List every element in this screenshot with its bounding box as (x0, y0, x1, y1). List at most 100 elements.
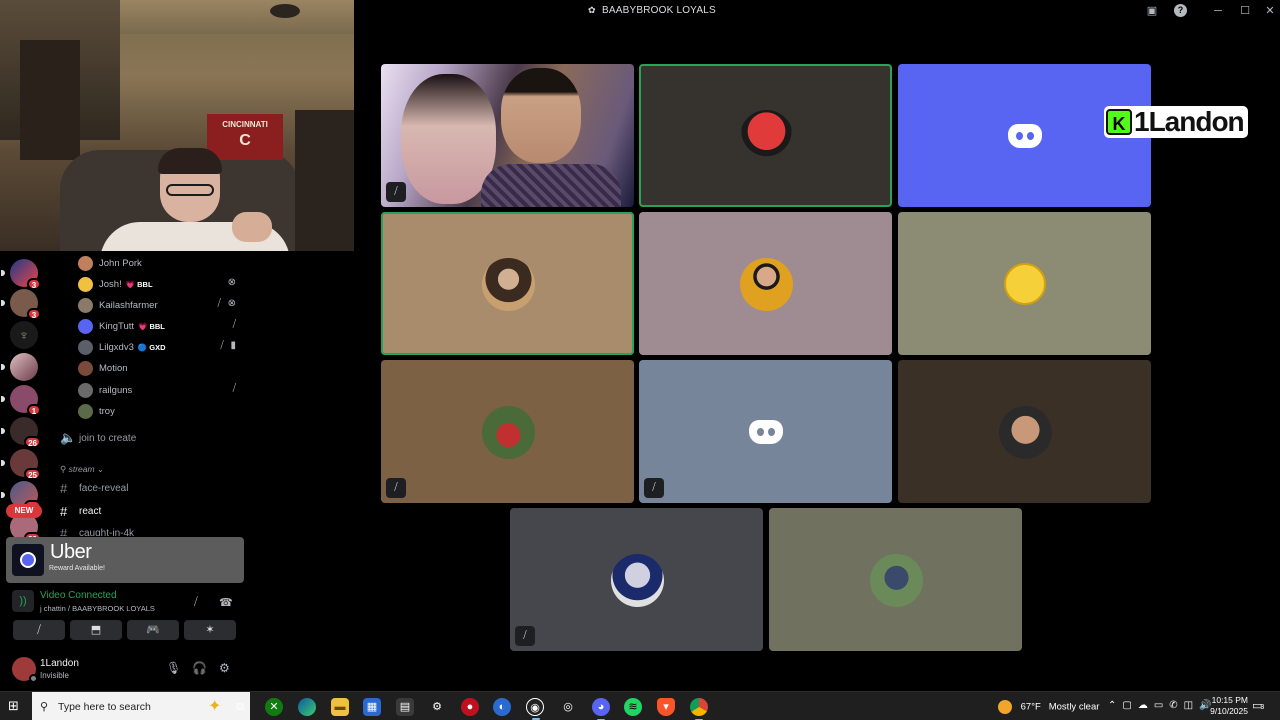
weather-widget[interactable]: 67°F Mostly clear (998, 700, 1099, 714)
participant-face (501, 68, 581, 163)
avatar (481, 257, 535, 311)
unread-dot (1, 492, 5, 498)
streamer-name: 1Landon (1134, 106, 1245, 137)
notifications-icon[interactable]: ▭3 (1252, 699, 1264, 712)
signal-icon[interactable]: )) (12, 590, 34, 612)
video-tile[interactable] (898, 360, 1151, 503)
connection-location[interactable]: j chattin / BAABYBROOK LOYALS (40, 604, 155, 613)
video-tile[interactable]: ⧸ (381, 360, 634, 503)
soundboard-button[interactable]: ✶ (184, 620, 236, 640)
new-unreads-pill[interactable]: NEW (6, 504, 42, 518)
settings-gear-icon[interactable]: ⚙ (428, 698, 446, 716)
camera-toggle-button[interactable]: ⧸ (13, 620, 65, 640)
brave-icon[interactable]: ▾ (657, 698, 675, 716)
help-icon[interactable]: ? (1174, 4, 1187, 17)
avatar (998, 405, 1052, 459)
avatar (739, 257, 793, 311)
disconnect-icon[interactable]: ☎ (219, 596, 233, 609)
server-icon[interactable]: 3 (1, 289, 41, 320)
edge-icon[interactable] (298, 698, 316, 716)
obs-icon[interactable]: ◉ (526, 698, 544, 720)
mention-badge: 26 (24, 436, 41, 448)
server-icon[interactable]: 25 (1, 449, 41, 480)
voice-user[interactable]: KingTutt 💗 BBL ⧸ (78, 317, 250, 335)
chrome-icon[interactable] (690, 698, 708, 720)
voice-user[interactable]: John Pork (78, 254, 250, 272)
server-icon[interactable] (1, 353, 38, 381)
muted-icon: ⧸ (232, 383, 238, 394)
channel-caught-in-4k[interactable]: # caught-in-4k (60, 524, 250, 537)
browser-icon[interactable]: ◐ (493, 698, 511, 716)
promo-logo (12, 544, 44, 576)
voice-user[interactable]: troy (78, 402, 250, 420)
spotify-icon[interactable]: ≋ (624, 698, 642, 716)
voice-user-name: John Pork (99, 257, 142, 269)
screen-share-button[interactable]: ⬒ (70, 620, 122, 640)
muted-icon: ⧸ (232, 319, 238, 330)
ceiling-light (270, 4, 300, 18)
xbox-icon[interactable]: ✕ (265, 698, 283, 716)
category-stream[interactable]: ⚲ stream ⌄ (60, 464, 104, 475)
activity-button[interactable]: 🎮 (127, 620, 179, 640)
server-icon[interactable]: 1 (1, 385, 41, 416)
settings-gear-icon[interactable]: ⚙ (219, 661, 230, 675)
headphones-icon[interactable]: 🎧 (192, 661, 207, 675)
calculator-icon[interactable]: ▤ (396, 698, 414, 716)
video-tile[interactable] (639, 212, 892, 355)
voice-user-name: troy (99, 405, 115, 417)
server-icon[interactable]: 26 (1, 417, 41, 448)
participant-shirt (481, 164, 621, 207)
voice-user[interactable]: Kailashfarmer ⧸ ⊗ (78, 296, 250, 314)
microsoft-store-icon[interactable]: ▦ (363, 698, 381, 716)
task-view-icon[interactable]: ⧉ (231, 698, 249, 716)
avatar (78, 382, 93, 398)
discord-icon[interactable]: ◕ (592, 698, 610, 720)
steam-icon[interactable]: ◎ (559, 698, 577, 716)
screen: ✿ BAABYBROOK LOYALS ▣ ? ─ ☐ ✕ CINCINNATI C… (0, 0, 1280, 720)
windows-start-icon[interactable]: ⊞ (8, 699, 22, 713)
minimize-button[interactable]: ─ (1210, 3, 1226, 19)
inbox-icon[interactable]: ▣ (1144, 3, 1160, 19)
server-icon[interactable]: ♆ (10, 321, 38, 349)
discord-icon (748, 419, 783, 444)
clock-date: 9/10/2025 (1210, 706, 1248, 716)
voice-user[interactable]: railguns ⧸ (78, 381, 250, 399)
file-explorer-icon[interactable]: ▬ (331, 698, 349, 716)
mention-badge: 3 (27, 278, 41, 290)
video-tile[interactable] (769, 508, 1022, 651)
hash-icon: # (60, 503, 68, 519)
video-tile[interactable] (639, 64, 892, 207)
avatar[interactable] (12, 657, 38, 683)
video-tile[interactable]: ⧸ (510, 508, 763, 651)
username[interactable]: 1Landon (40, 658, 79, 669)
close-button[interactable]: ✕ (1262, 3, 1278, 19)
avatar (78, 297, 93, 313)
video-tile[interactable] (381, 212, 634, 355)
voice-user-name: Lilgxdv3 (99, 341, 134, 353)
server-icon[interactable]: 3 (1, 259, 41, 290)
voice-user-name: KingTutt (99, 320, 135, 332)
voice-user[interactable]: Motion (78, 359, 250, 377)
video-tile[interactable]: ⧸ (639, 360, 892, 503)
unread-dot (1, 460, 5, 466)
connection-state[interactable]: Video Connected (40, 590, 117, 601)
taskbar-search[interactable]: ⚲ Type here to search ✦ (32, 692, 250, 720)
avatar (78, 403, 93, 419)
glasses (166, 184, 214, 196)
maximize-button[interactable]: ☐ (1237, 3, 1253, 19)
voice-channel-join-to-create[interactable]: 🔈 join to create (60, 429, 250, 447)
channel-face-reveal[interactable]: # face-reveal (60, 479, 250, 497)
channel-react[interactable]: # react (60, 502, 250, 520)
promo-card[interactable]: Uber Reward Available! (6, 537, 244, 583)
antivirus-icon[interactable]: ● (461, 698, 479, 716)
weather-temp: 67°F (1020, 701, 1041, 713)
clock[interactable]: 10:15 PM 9/10/2025 (1196, 695, 1248, 717)
voice-user[interactable]: Lilgxdv3 🔵 GXD ⧸ ▮ (78, 338, 250, 356)
video-tile[interactable] (898, 212, 1151, 355)
microphone-icon[interactable]: 🎙 (166, 661, 181, 675)
noise-suppression-icon[interactable]: ⧸ (194, 596, 198, 609)
channel-name: react (79, 505, 102, 517)
voice-user[interactable]: Josh! 💗 BBL ⊗ (78, 275, 250, 293)
video-tile[interactable]: ⧸ (381, 64, 634, 207)
weather-desc: Mostly clear (1048, 701, 1100, 713)
